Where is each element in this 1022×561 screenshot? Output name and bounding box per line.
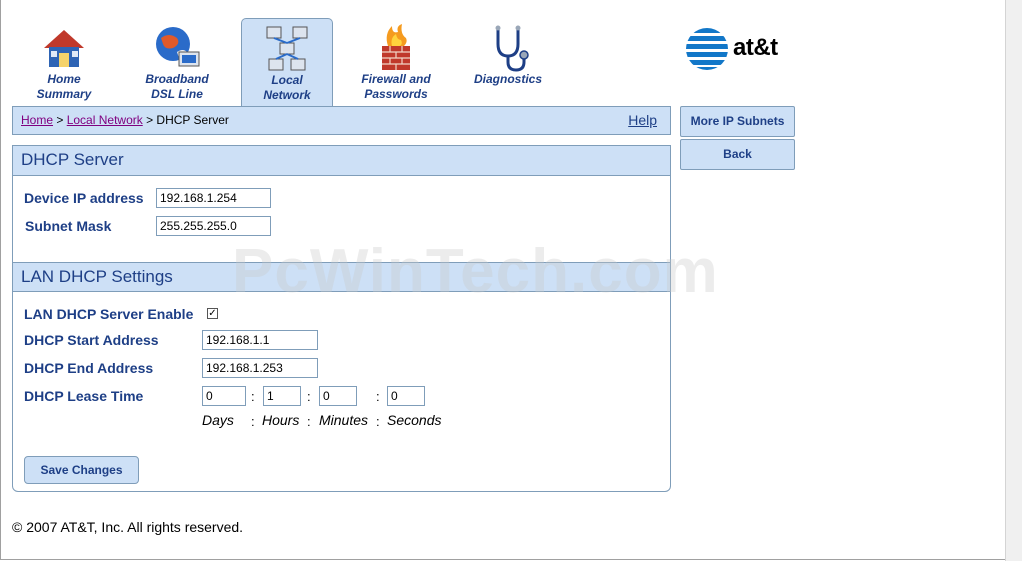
tab-label-line1: Firewall and [361,72,431,86]
stethoscope-icon [495,25,529,72]
network-computers-icon [266,26,308,71]
lan-dhcp-enable-label: LAN DHCP Server Enable [24,306,194,322]
breadcrumb-separator: > [53,113,67,127]
tab-label-line2: Network [263,88,311,102]
tab-broadband-dsl-line[interactable]: Broadband DSL Line [131,18,223,106]
time-separator: : [307,414,311,429]
time-separator: : [376,414,380,429]
tab-home-summary[interactable]: Home Summary [19,18,109,106]
save-changes-button[interactable]: Save Changes [24,456,139,484]
time-separator: : [376,389,380,404]
lease-minutes-input[interactable] [319,386,357,406]
tab-label-line1: Local [271,73,303,87]
lease-days-input[interactable] [202,386,246,406]
lease-seconds-input[interactable] [387,386,425,406]
unit-minutes: Minutes [319,412,369,428]
tab-label-line2: DSL Line [151,87,203,101]
lease-hours-input[interactable] [263,386,301,406]
tab-firewall-and-passwords[interactable]: Firewall and Passwords [350,18,442,106]
firewall-icon [382,24,410,70]
tab-label-line2: Passwords [364,87,428,101]
dhcp-end-label: DHCP End Address [24,360,154,376]
subnet-mask-label: Subnet Mask [25,218,112,234]
tab-diagnostics[interactable]: Diagnostics [462,18,554,106]
globe-computer-icon [156,27,200,67]
brand-logo-text: at&t [733,34,778,61]
breadcrumb-separator: > [142,113,157,127]
tab-label-line1: Diagnostics [473,72,542,86]
tab-local-network[interactable]: Local Network [241,18,333,106]
help-link[interactable]: Help [628,112,657,128]
dhcp-start-label: DHCP Start Address [24,332,159,348]
tab-label-line1: Broadband [145,72,209,86]
unit-hours: Hours [262,412,300,428]
breadcrumb-local-network-link[interactable]: Local Network [67,113,143,127]
lan-dhcp-enable-checkbox[interactable]: ✓ [207,308,218,319]
dhcp-end-input[interactable] [202,358,318,378]
att-globe-icon [686,28,728,70]
breadcrumb-current: DHCP Server [156,113,229,127]
breadcrumb: Home > Local Network > DHCP Server Help [12,106,671,135]
house-icon [44,30,84,67]
time-separator: : [251,414,255,429]
more-ip-subnets-button[interactable]: More IP Subnets [680,106,795,137]
watermark: PcWinTech.com [232,237,719,306]
subnet-mask-input[interactable] [156,216,271,236]
section-title-dhcp-server: DHCP Server [13,146,670,176]
tab-label-line2: Summary [36,87,92,101]
time-separator: : [251,389,255,404]
vertical-scrollbar[interactable] [1005,0,1022,561]
dhcp-start-input[interactable] [202,330,318,350]
breadcrumb-home-link[interactable]: Home [21,113,53,127]
dhcp-lease-time-label: DHCP Lease Time [24,388,144,404]
unit-days: Days [202,412,234,428]
time-separator: : [307,389,311,404]
device-ip-label: Device IP address [24,190,144,206]
tab-label-line1: Home [47,72,81,86]
copyright-footer: © 2007 AT&T, Inc. All rights reserved. [12,519,244,535]
unit-seconds: Seconds [387,412,442,428]
settings-panel: DHCP Server Device IP address Subnet Mas… [12,145,671,492]
device-ip-input[interactable] [156,188,271,208]
back-button[interactable]: Back [680,139,795,170]
